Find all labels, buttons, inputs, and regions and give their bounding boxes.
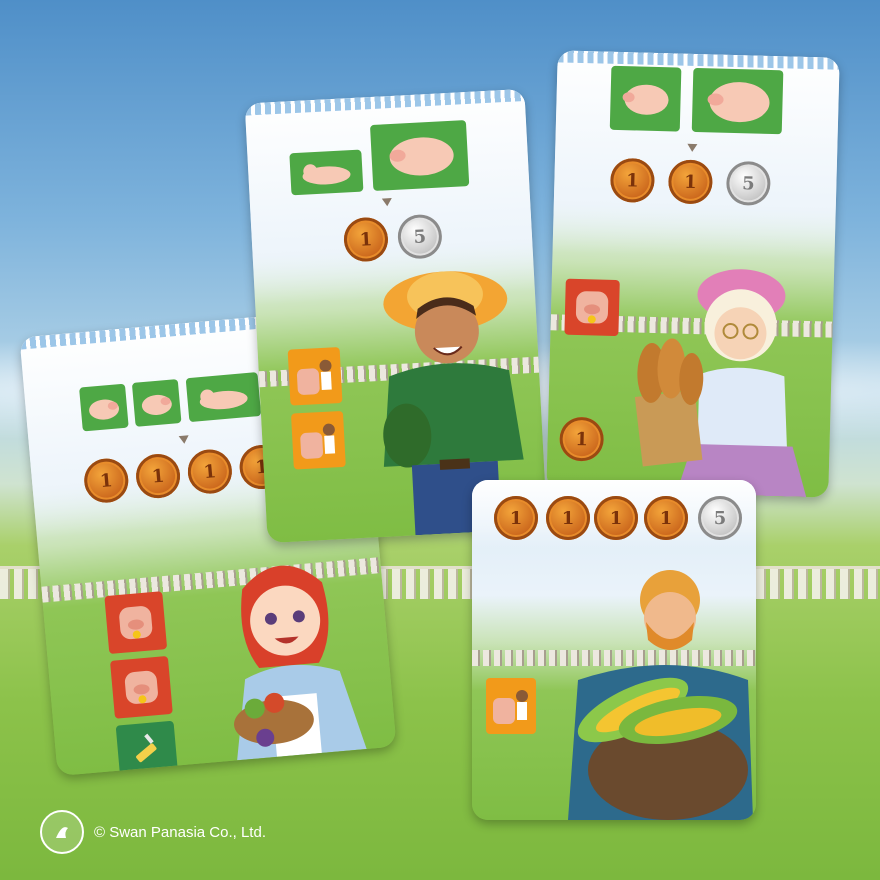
pig-icon [622, 84, 669, 115]
gold-coin: 1 [546, 496, 590, 540]
pig-tile [185, 372, 262, 423]
girl-character-illustration [234, 565, 367, 761]
pig-delivery-tile [287, 346, 343, 406]
pig-icon [141, 394, 172, 415]
sleeping-pig-icon [302, 164, 351, 185]
pig-delivery-tile [486, 678, 536, 734]
pig-delivery-tile [290, 410, 346, 470]
gold-coin: 1 [559, 416, 605, 462]
pig-face-icon [575, 291, 609, 324]
pig-face-icon [119, 606, 153, 640]
copyright-text: © Swan Panasia Co., Ltd. [94, 823, 266, 841]
grandma-character-illustration [634, 269, 807, 498]
card-corn-man[interactable]: 1 1 1 1 5 [472, 480, 756, 820]
pig-and-boy-icon [493, 690, 528, 724]
feed-pig-tile [109, 655, 173, 719]
copyright-footer: © Swan Panasia Co., Ltd. [40, 810, 266, 854]
syringe-icon [136, 733, 157, 763]
arrow-down-icon [687, 143, 698, 153]
pig-icon [707, 82, 770, 123]
feed-pig-tile [104, 591, 168, 655]
gold-coin: 1 [594, 496, 638, 540]
pig-tile [131, 379, 182, 427]
pig-and-boy-icon [300, 423, 336, 459]
arrow-down-icon [381, 198, 393, 207]
pig-and-boy-icon [296, 359, 332, 395]
sleeping-pig-icon [199, 389, 248, 410]
pig-tile [289, 149, 364, 196]
card-grandma[interactable]: 1 1 5 1 [546, 50, 840, 498]
pig-icon [89, 399, 120, 420]
pig-tile [369, 120, 470, 192]
corn-man-character-illustration [568, 570, 753, 820]
silver-coin: 5 [698, 496, 742, 540]
arrow-down-icon [178, 435, 190, 445]
swan-panasia-logo-icon [40, 810, 84, 854]
pig-face-icon [124, 670, 158, 704]
pig-tile [691, 67, 784, 135]
syringe-tile [115, 720, 179, 776]
pig-icon [389, 137, 454, 176]
card-farmer[interactable]: 1 5 [244, 88, 548, 544]
pig-tile [609, 65, 682, 132]
gold-coin: 1 [644, 496, 688, 540]
pig-tile [79, 383, 129, 432]
gold-coin: 1 [494, 496, 538, 540]
